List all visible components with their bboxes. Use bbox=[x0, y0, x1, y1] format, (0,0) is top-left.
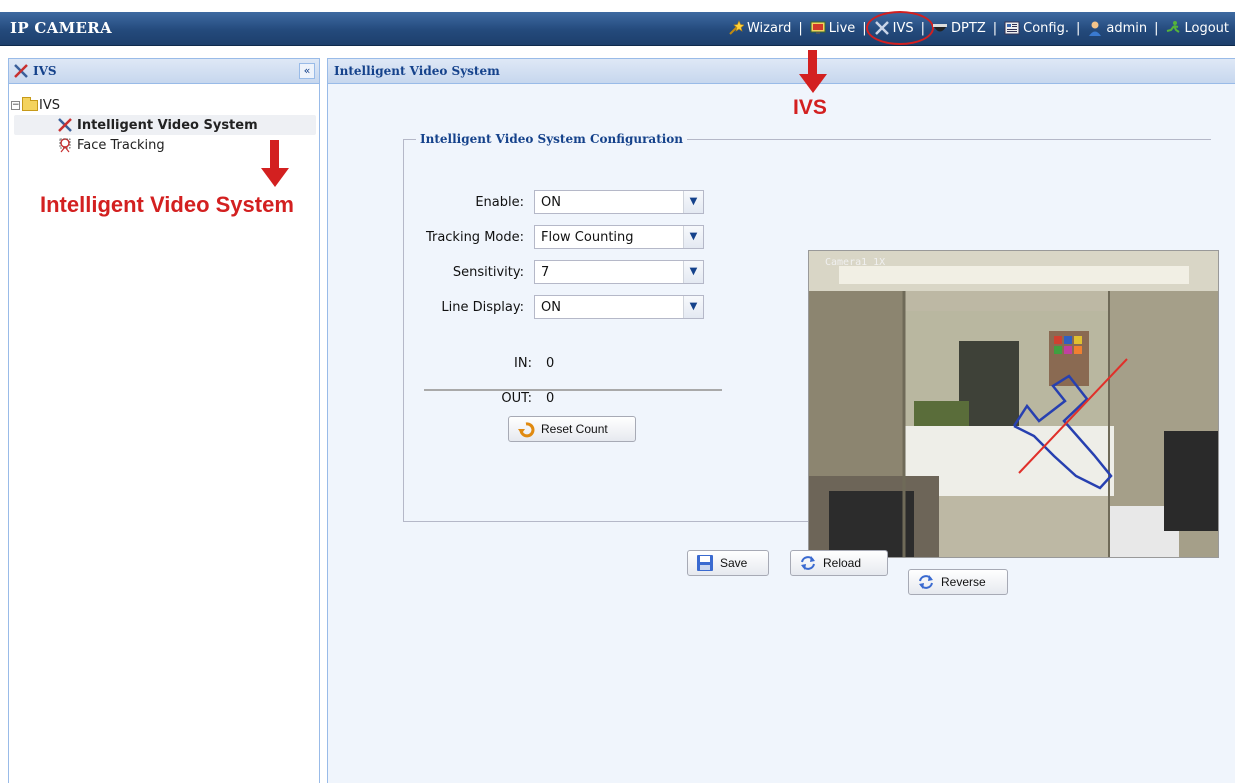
floppy-disk-icon bbox=[696, 554, 714, 572]
sensitivity-row: Sensitivity: 7 ▼ bbox=[404, 260, 704, 284]
config-panel-icon bbox=[1004, 20, 1020, 36]
ivs-config-fieldset: Intelligent Video System Configuration E… bbox=[403, 132, 1219, 595]
line-display-value: ON bbox=[541, 299, 561, 315]
chevron-down-icon[interactable]: ▼ bbox=[683, 226, 703, 248]
face-tracking-icon bbox=[57, 137, 73, 153]
camera-scene bbox=[809, 251, 1218, 557]
fieldset-legend: Intelligent Video System Configuration bbox=[420, 132, 684, 146]
refresh-icon bbox=[917, 573, 935, 591]
collapse-node-icon[interactable]: − bbox=[11, 100, 20, 110]
nav-user-label: admin bbox=[1106, 20, 1148, 36]
enable-select[interactable]: ON ▼ bbox=[534, 190, 704, 214]
enable-label: Enable: bbox=[475, 194, 524, 210]
out-count-label: OUT: bbox=[501, 391, 532, 406]
nav-config[interactable]: Config. bbox=[1004, 20, 1069, 36]
main-panel: Intelligent Video System Intelligent Vid… bbox=[327, 58, 1235, 783]
nav-dptz-label: DPTZ bbox=[951, 20, 986, 36]
sidebar-title: IVS bbox=[33, 64, 57, 78]
in-count-label: IN: bbox=[514, 356, 532, 371]
nav-logout-label: Logout bbox=[1184, 20, 1229, 36]
folder-open-icon bbox=[22, 96, 38, 111]
out-count-row: OUT: 0 bbox=[404, 391, 554, 406]
annotation-ivs: IVS bbox=[793, 96, 827, 119]
sensitivity-value: 7 bbox=[541, 264, 550, 280]
nav-separator: | bbox=[1154, 20, 1159, 36]
nav-wizard-label: Wizard bbox=[746, 20, 792, 36]
nav-wizard[interactable]: Wizard bbox=[728, 20, 791, 36]
tree-item-label: Intelligent Video System bbox=[77, 117, 258, 133]
chevron-down-icon[interactable]: ▼ bbox=[683, 296, 703, 318]
reload-button[interactable]: Reload bbox=[790, 550, 888, 576]
logout-runner-icon bbox=[1165, 20, 1181, 36]
tree-item-label: Face Tracking bbox=[77, 137, 165, 153]
chevron-down-icon[interactable]: ▼ bbox=[683, 261, 703, 283]
reverse-button[interactable]: Reverse bbox=[908, 569, 1008, 595]
enable-row: Enable: ON ▼ bbox=[404, 190, 704, 214]
in-count-row: IN: 0 bbox=[404, 356, 554, 371]
out-count-value: 0 bbox=[546, 391, 555, 406]
sensitivity-select[interactable]: 7 ▼ bbox=[534, 260, 704, 284]
nav-user[interactable]: admin bbox=[1087, 20, 1147, 36]
camera-preview[interactable]: Camera1 1X bbox=[808, 250, 1219, 558]
video-caption: Camera1 1X bbox=[825, 257, 886, 268]
app-title: IP CAMERA bbox=[10, 19, 112, 37]
monitor-icon bbox=[810, 20, 826, 36]
line-display-row: Line Display: ON ▼ bbox=[404, 295, 704, 319]
ivs-tools-icon bbox=[57, 117, 73, 133]
tree-node-ivs[interactable]: − IVS bbox=[9, 95, 319, 115]
user-icon bbox=[1087, 20, 1103, 36]
line-display-label: Line Display: bbox=[441, 299, 524, 315]
nav-live-label: Live bbox=[828, 20, 856, 36]
nav-separator: | bbox=[1075, 20, 1081, 36]
tree-item-intelligent-video-system[interactable]: Intelligent Video System bbox=[14, 115, 316, 135]
reset-count-button[interactable]: Reset Count bbox=[508, 416, 636, 442]
tree-node-label: IVS bbox=[39, 97, 60, 113]
tracking-mode-value: Flow Counting bbox=[541, 229, 634, 245]
nav-ivs[interactable]: IVS bbox=[865, 11, 934, 45]
reset-count-label: Reset Count bbox=[541, 422, 608, 436]
annotation-arrow-down-icon bbox=[261, 140, 289, 187]
chevron-down-icon[interactable]: ▼ bbox=[683, 191, 703, 213]
main-header: Intelligent Video System bbox=[328, 59, 1235, 84]
refresh-icon bbox=[799, 554, 817, 572]
enable-value: ON bbox=[541, 194, 561, 210]
undo-arrow-icon bbox=[517, 420, 535, 438]
tracking-mode-select[interactable]: Flow Counting ▼ bbox=[534, 225, 704, 249]
collapse-sidebar-button[interactable]: « bbox=[299, 63, 315, 79]
top-navigation: Wizard | Live | IVS | DPTZ | Config. | a… bbox=[728, 11, 1229, 45]
annotation-arrow-down-icon bbox=[799, 50, 827, 93]
ivs-tools-icon bbox=[13, 63, 29, 83]
line-display-select[interactable]: ON ▼ bbox=[534, 295, 704, 319]
nav-separator: | bbox=[992, 20, 998, 36]
in-count-value: 0 bbox=[546, 356, 555, 371]
sensitivity-label: Sensitivity: bbox=[452, 264, 524, 280]
nav-live[interactable]: Live bbox=[810, 20, 856, 36]
page-title: Intelligent Video System bbox=[334, 64, 500, 78]
save-label: Save bbox=[720, 556, 748, 570]
nav-dptz[interactable]: DPTZ bbox=[932, 20, 986, 36]
reverse-label: Reverse bbox=[941, 575, 986, 589]
sidebar-header: IVS « bbox=[9, 59, 319, 84]
annotation-intelligent-video-system: Intelligent Video System bbox=[40, 192, 294, 217]
nav-config-label: Config. bbox=[1023, 20, 1069, 36]
nav-logout[interactable]: Logout bbox=[1165, 20, 1229, 36]
wizard-icon bbox=[728, 20, 745, 36]
tracking-mode-label: Tracking Mode: bbox=[425, 229, 524, 245]
nav-separator: | bbox=[798, 20, 803, 36]
tracking-mode-row: Tracking Mode: Flow Counting ▼ bbox=[404, 225, 704, 249]
dome-camera-icon bbox=[932, 20, 948, 36]
top-bar: IP CAMERA Wizard | Live | IVS | DPTZ | C… bbox=[0, 11, 1235, 46]
ivs-highlight-circle bbox=[865, 11, 934, 45]
save-button[interactable]: Save bbox=[687, 550, 769, 576]
reload-label: Reload bbox=[823, 556, 862, 570]
